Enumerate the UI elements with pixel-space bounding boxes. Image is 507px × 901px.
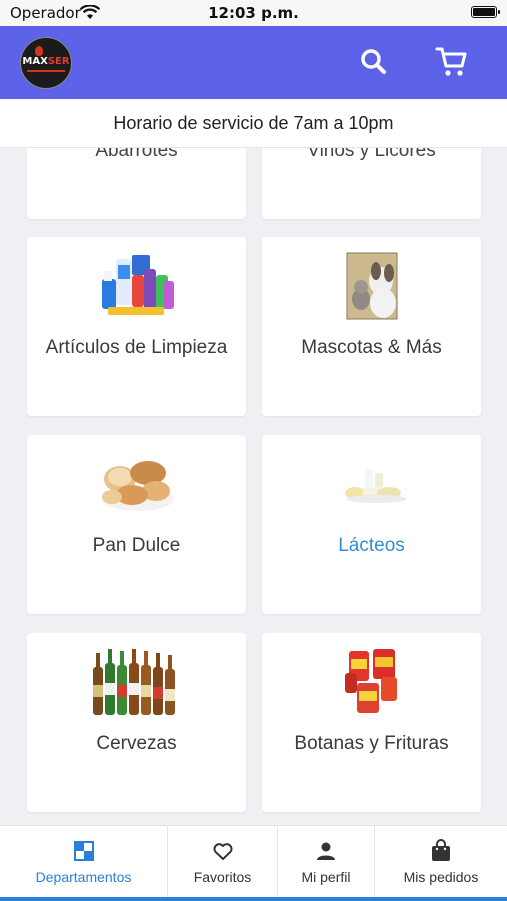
beer-bottles-image xyxy=(92,649,175,715)
shopping-bag-icon xyxy=(432,839,450,861)
department-card-pan-dulce[interactable]: Pan Dulce xyxy=(27,435,246,614)
status-bar: Operador 12:03 p.m. xyxy=(0,0,507,26)
dairy-image xyxy=(344,469,407,503)
cleaning-products-image xyxy=(101,255,174,315)
department-card-cervezas[interactable]: Cervezas xyxy=(27,633,246,812)
tab-mi-perfil[interactable]: Mi perfil xyxy=(278,826,375,898)
tab-departamentos[interactable]: Departamentos xyxy=(0,826,168,898)
tab-label: Mi perfil xyxy=(301,869,351,885)
flame-icon xyxy=(35,46,43,56)
department-label: Artículos de Limpieza xyxy=(45,337,228,358)
department-label: Cervezas xyxy=(96,733,177,754)
logo-wordmark: MAXSER xyxy=(22,56,70,67)
department-label: Botanas y Frituras xyxy=(294,733,449,754)
department-card-lacteos[interactable]: Lácteos xyxy=(262,435,481,614)
tab-label: Favoritos xyxy=(193,869,252,885)
tab-bar-indicator xyxy=(0,897,507,901)
tab-mis-pedidos[interactable]: Mis pedidos xyxy=(375,826,507,898)
department-label: Mascotas & Más xyxy=(301,337,442,358)
battery-icon xyxy=(471,6,500,18)
cart-button[interactable] xyxy=(434,44,470,80)
departments-grid: Abarrotes Vinos y Licores Artículos de L… xyxy=(0,147,507,825)
department-card-articulos-de-limpieza[interactable]: Artículos de Limpieza xyxy=(27,237,246,416)
store-logo[interactable]: MAXSER xyxy=(20,37,72,89)
snacks-image xyxy=(344,649,397,713)
search-button[interactable] xyxy=(356,44,392,80)
search-icon xyxy=(361,49,386,74)
tab-label: Departamentos xyxy=(35,869,132,885)
department-label: Lácteos xyxy=(338,535,405,556)
service-hours-banner: Horario de servicio de 7am a 10pm xyxy=(0,99,507,148)
pets-image xyxy=(346,252,397,320)
logo-underline xyxy=(27,70,65,72)
department-label: Abarrotes xyxy=(95,147,178,161)
department-card-abarrotes[interactable]: Abarrotes xyxy=(27,147,246,219)
cart-icon xyxy=(435,47,467,76)
bottom-tab-bar: Departamentos Favoritos Mi perfil Mis pe… xyxy=(0,825,507,901)
tab-label: Mis pedidos xyxy=(403,869,479,885)
heart-icon xyxy=(213,843,232,860)
department-label: Vinos y Licores xyxy=(307,147,436,161)
department-card-vinos-y-licores[interactable]: Vinos y Licores xyxy=(262,147,481,219)
person-icon xyxy=(317,842,335,860)
app-header: MAXSER xyxy=(0,26,507,99)
department-card-mascotas-y-mas[interactable]: Mascotas & Más xyxy=(262,237,481,416)
tab-favoritos[interactable]: Favoritos xyxy=(168,826,278,898)
sweet-bread-image xyxy=(101,461,174,511)
department-card-botanas-y-frituras[interactable]: Botanas y Frituras xyxy=(262,633,481,812)
department-label: Pan Dulce xyxy=(92,535,181,556)
clock: 12:03 p.m. xyxy=(208,4,299,22)
grid-icon xyxy=(73,841,94,861)
